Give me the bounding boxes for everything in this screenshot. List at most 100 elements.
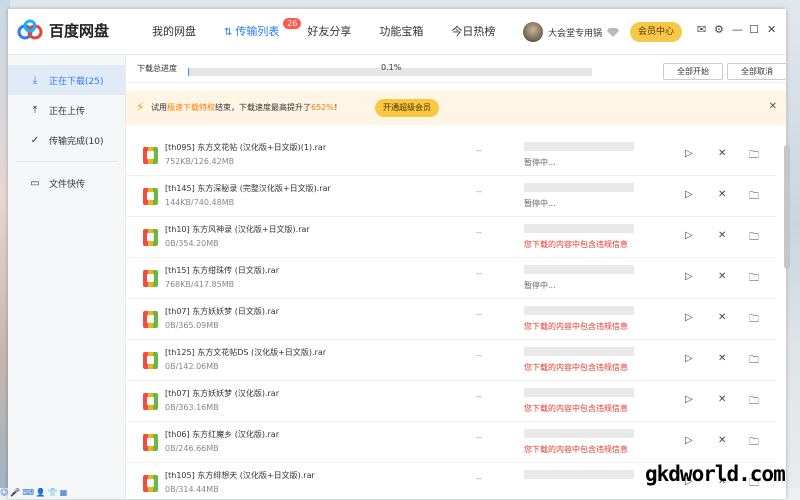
keyboard-icon[interactable]: ⌨ — [22, 488, 34, 500]
file-size: 0B/354.20MB — [165, 239, 219, 248]
sidebar-item-downloading[interactable]: ⤓ 正在下载(25) — [8, 65, 125, 95]
promo-text: 试用极速下载特权结束，下载速度最高提升了652%！ — [151, 102, 342, 113]
titlebar: 百度网盘 我的网盘 ⇅ 传输列表 26 好友分享 功能宝箱 今日热榜 大会堂专用锅… — [8, 9, 786, 55]
download-speed: -- — [476, 351, 482, 360]
delete-icon[interactable]: ✕ — [718, 394, 726, 405]
row-progress-bar — [524, 429, 634, 438]
download-row[interactable]: [th145] 东方深秘录 (完整汉化版+日文版).rar 144KB/740.4… — [126, 176, 776, 217]
delete-icon[interactable]: ✕ — [718, 353, 726, 364]
folder-icon[interactable]: 🗀 — [749, 353, 759, 370]
nav-label: 传输列表 — [235, 25, 280, 38]
minimize-icon[interactable]: — — [732, 23, 743, 36]
folder-icon[interactable]: 🗀 — [749, 312, 759, 329]
download-status: 您下载的内容中包含违规信息 — [524, 445, 628, 454]
file-size: 0B/363.16MB — [165, 403, 219, 412]
download-speed: -- — [476, 310, 482, 319]
folder-icon[interactable]: 🗀 — [749, 189, 759, 206]
sidebar-item-completed[interactable]: ✓ 传输完成(10) — [8, 125, 125, 155]
play-icon[interactable]: ▷ — [685, 435, 693, 446]
download-speed: -- — [476, 146, 482, 155]
download-row[interactable]: [th07] 东方妖妖梦 (汉化版).rar 0B/363.16MB -- 您下载的内… — [126, 381, 776, 422]
download-row[interactable]: [th10] 东方风神录 (汉化版+日文版).rar 0B/354.20MB -- 您… — [126, 217, 776, 258]
rar-file-icon — [143, 352, 158, 369]
shirt-icon[interactable]: 👕 — [48, 488, 58, 500]
microphone-icon[interactable]: 🎤 — [10, 488, 20, 500]
file-size: 144KB/740.48MB — [165, 198, 235, 207]
play-icon[interactable]: ▷ — [685, 148, 693, 159]
rar-file-icon — [143, 229, 158, 246]
download-status: 您下载的内容中包含违规信息 — [524, 363, 628, 372]
download-status: 您下载的内容中包含违规信息 — [524, 322, 628, 331]
download-status: 暂停中... — [524, 281, 556, 290]
start-all-button[interactable]: 全部开始 — [663, 63, 723, 80]
play-icon[interactable]: ▷ — [685, 230, 693, 241]
folder-icon[interactable]: 🗀 — [749, 394, 759, 411]
row-progress-bar — [524, 347, 634, 356]
sidebar-item-uploading[interactable]: ⤒ 正在上传 — [8, 95, 125, 125]
close-icon[interactable]: ✕ — [767, 23, 776, 36]
emoji-icon[interactable]: ☺ — [0, 488, 8, 500]
delete-icon[interactable]: ✕ — [718, 189, 726, 200]
play-icon[interactable]: ▷ — [685, 394, 693, 405]
scrollbar[interactable] — [784, 145, 790, 269]
folder-icon[interactable]: 🗀 — [749, 148, 759, 165]
check-circle-icon: ✓ — [30, 134, 40, 146]
file-name: [th10] 东方风神录 (汉化版+日文版).rar — [165, 225, 310, 234]
user-name: 大会堂专用锅 — [548, 28, 603, 39]
folder-icon[interactable]: 🗀 — [749, 271, 759, 288]
person-icon[interactable]: 👤 — [36, 488, 46, 500]
nav-hot-list[interactable]: 今日热榜 — [437, 9, 509, 54]
mail-icon[interactable]: ✉ — [697, 23, 706, 36]
rar-file-icon — [143, 393, 158, 410]
play-icon[interactable]: ▷ — [685, 353, 693, 364]
sidebar-divider — [16, 161, 117, 162]
nav-my-drive[interactable]: 我的网盘 — [138, 9, 210, 54]
watermark: gkdworld.com — [645, 462, 786, 486]
play-icon[interactable]: ▷ — [685, 189, 693, 200]
play-icon[interactable]: ▷ — [685, 312, 693, 323]
app-window: 百度网盘 我的网盘 ⇅ 传输列表 26 好友分享 功能宝箱 今日热榜 大会堂专用锅… — [8, 9, 790, 499]
nav-transfer-list[interactable]: ⇅ 传输列表 26 — [210, 9, 302, 54]
download-row[interactable]: [th15] 东方绀珠传 (日文版).rar 768KB/417.85MB -- 暂停… — [126, 258, 776, 299]
download-speed: -- — [476, 228, 482, 237]
download-row[interactable]: [th125] 东方文花帖DS (汉化版+日文版).rar 0B/142.06MB… — [126, 340, 776, 381]
avatar[interactable] — [523, 22, 543, 42]
settings-icon[interactable]: ⚙ — [714, 23, 724, 36]
top-nav: 我的网盘 ⇅ 传输列表 26 好友分享 功能宝箱 今日热榜 — [138, 9, 509, 54]
cancel-all-button[interactable]: 全部取消 — [727, 63, 787, 80]
grid-icon[interactable]: ▦ — [60, 488, 68, 500]
sidebar-item-label: 文件快传 — [49, 179, 86, 190]
nav-friend-share[interactable]: 好友分享 — [293, 9, 365, 54]
close-icon[interactable]: ✕ — [769, 101, 777, 112]
vip-center-button[interactable]: 会员中心 — [630, 22, 683, 42]
download-list: [th095] 东方文花帖 (汉化版+日文版)(1).rar 752KB/126.… — [126, 135, 776, 499]
download-row[interactable]: [th07] 东方妖妖梦 (日文版).rar 0B/365.09MB -- 您下载的内… — [126, 299, 776, 340]
nav-toolbox[interactable]: 功能宝箱 — [365, 9, 437, 54]
speed-promo-banner: ⚡ 试用极速下载特权结束，下载速度最高提升了652%！ 开通超级会员 ✕ — [126, 91, 786, 125]
download-row[interactable]: [th06] 东方红魔乡 (汉化版).rar 0B/246.66MB -- 您下载的内… — [126, 422, 776, 463]
promo-text-part: 试用 — [151, 103, 167, 112]
maximize-icon[interactable]: ☐ — [749, 23, 759, 36]
delete-icon[interactable]: ✕ — [718, 271, 726, 282]
delete-icon[interactable]: ✕ — [718, 312, 726, 323]
user-profile[interactable]: 大会堂专用锅 — [523, 22, 620, 42]
play-icon[interactable]: ▷ — [685, 271, 693, 282]
delete-icon[interactable]: ✕ — [718, 230, 726, 241]
sidebar-item-quick-transfer[interactable]: ▭ 文件快传 — [8, 168, 125, 198]
rar-file-icon — [143, 188, 158, 205]
delete-icon[interactable]: ✕ — [718, 435, 726, 446]
delete-icon[interactable]: ✕ — [718, 148, 726, 159]
file-name: [th095] 东方文花帖 (汉化版+日文版)(1).rar — [165, 143, 327, 152]
input-method-tray: ☺ 🎤 ⌨ 👤 👕 ▦ — [0, 488, 67, 500]
open-super-vip-button[interactable]: 开通超级会员 — [375, 99, 439, 117]
folder-icon[interactable]: 🗀 — [749, 435, 759, 452]
app-logo: 百度网盘 — [17, 19, 109, 41]
rar-file-icon — [143, 434, 158, 451]
folder-icon[interactable]: 🗀 — [749, 230, 759, 247]
row-progress-bar — [524, 388, 634, 397]
file-name: [th07] 东方妖妖梦 (汉化版).rar — [165, 389, 279, 398]
sidebar: ⤓ 正在下载(25) ⤒ 正在上传 ✓ 传输完成(10) ▭ 文件快传 — [8, 55, 126, 499]
download-row[interactable]: [th095] 东方文花帖 (汉化版+日文版)(1).rar 752KB/126.… — [126, 135, 776, 176]
diamond-icon — [607, 28, 620, 37]
download-status: 暂停中... — [524, 199, 556, 208]
